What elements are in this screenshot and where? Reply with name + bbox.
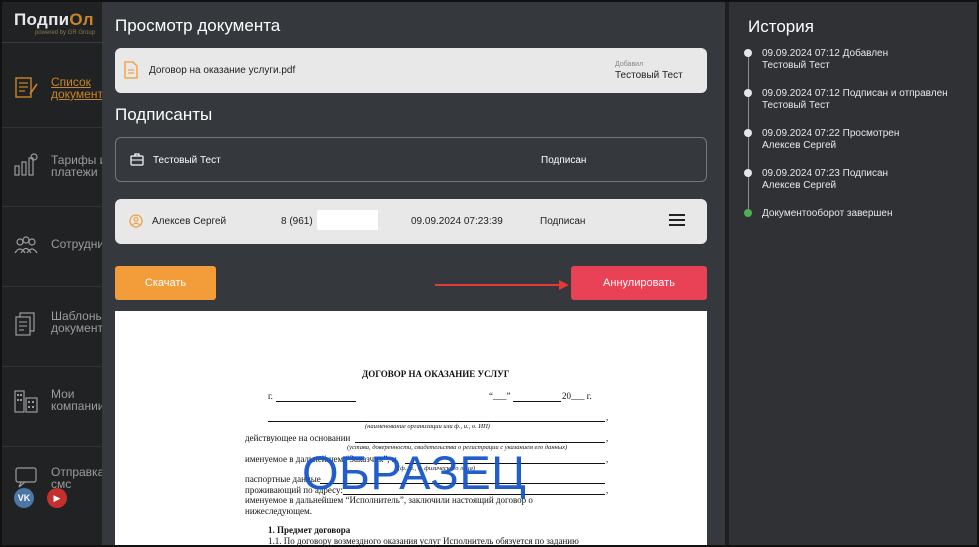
event-user: Алексев Сергей bbox=[762, 140, 837, 151]
event-title: Документооборот завершен bbox=[762, 208, 893, 219]
comma: , bbox=[606, 485, 609, 495]
executor-text-2: нижеследующем. bbox=[245, 506, 312, 516]
comma: , bbox=[606, 433, 609, 443]
event-user: Тестовый Тест bbox=[762, 60, 830, 71]
divider bbox=[2, 446, 102, 447]
templates-icon bbox=[15, 312, 35, 336]
logo: ПодпиОл bbox=[14, 10, 94, 29]
timeline-dot bbox=[744, 169, 752, 177]
clause-text: 1.1. По договору возмездного оказания ус… bbox=[268, 536, 579, 546]
employees-icon bbox=[14, 236, 38, 254]
signer-status: Подписан bbox=[540, 216, 586, 227]
signers-title: Подписанты bbox=[115, 105, 213, 124]
event-title: 09.09.2024 07:22 Просмотрен bbox=[762, 128, 900, 139]
sidebar-item-label: Мои компании bbox=[51, 387, 105, 413]
arrow-annotation bbox=[435, 280, 569, 290]
sidebar-item-companies[interactable]: Мои компании bbox=[2, 370, 105, 442]
watermark: ОБРАЗЕЦ bbox=[302, 446, 527, 499]
added-by-label: Добавил bbox=[615, 61, 644, 68]
file-name[interactable]: Договор на оказание услуги.pdf bbox=[149, 65, 295, 76]
app-frame: ПодпиОл powered by GR Group Список докум… bbox=[0, 0, 979, 547]
event-title: 09.09.2024 07:23 Подписан bbox=[762, 168, 889, 179]
date-day: “___” bbox=[489, 391, 511, 401]
event-title: 09.09.2024 07:12 Подписан и отправлен bbox=[762, 88, 948, 99]
document-file-card[interactable]: Договор на оказание услуги.pdf Добавил Т… bbox=[115, 48, 707, 93]
document-preview: ДОГОВОР НА ОКАЗАНИЕ УСЛУГ г. “___” 20___… bbox=[115, 311, 707, 546]
sidebar-item-documents[interactable]: Список документ bbox=[2, 52, 103, 124]
sidebar-item-label: Сотрудни bbox=[51, 237, 105, 251]
signer-phone: 8 (961) bbox=[281, 216, 313, 227]
signer-name: Алексев Сергей bbox=[152, 216, 227, 227]
signer-date: 09.09.2024 07:23:39 bbox=[411, 216, 503, 227]
section-heading: 1. Предмет договора bbox=[268, 525, 351, 535]
comma: , bbox=[606, 454, 609, 464]
comma: , bbox=[606, 412, 609, 422]
file-icon bbox=[124, 61, 138, 79]
acting-basis: действующее на основании bbox=[245, 433, 351, 443]
tariff-icon bbox=[14, 153, 38, 176]
timeline-dot-complete bbox=[744, 209, 752, 217]
event-title: 09.09.2024 07:12 Добавлен bbox=[762, 48, 889, 59]
document-list-icon bbox=[15, 77, 38, 98]
divider bbox=[2, 206, 102, 207]
signer-name: Тестовый Тест bbox=[153, 155, 221, 166]
sidebar-item-sms[interactable]: Отправка смс bbox=[2, 450, 105, 522]
logo-subtitle: powered by GR Group bbox=[35, 30, 96, 36]
sidebar-item-label: Тарифы и платежи bbox=[51, 153, 106, 179]
sidebar-item-tariffs[interactable]: Тарифы и платежи bbox=[2, 130, 106, 202]
divider bbox=[2, 286, 102, 287]
redacted-phone bbox=[317, 210, 378, 230]
sidebar-item-templates[interactable]: Шаблоны документ bbox=[2, 290, 105, 362]
divider bbox=[2, 127, 102, 128]
youtube-icon[interactable]: ▶ bbox=[47, 488, 67, 508]
user-circle-icon bbox=[129, 214, 143, 228]
event-user: Алексев Сергей bbox=[762, 180, 837, 191]
city-label: г. bbox=[268, 391, 273, 401]
hamburger-menu-icon[interactable] bbox=[669, 214, 685, 227]
signer-row: Алексев Сергей 8 (961) 09.09.2024 07:23:… bbox=[115, 199, 707, 244]
timeline-dot bbox=[744, 49, 752, 57]
document-modal: Просмотр документа Договор на оказание у… bbox=[102, 2, 725, 546]
divider bbox=[2, 42, 102, 43]
briefcase-icon bbox=[130, 153, 144, 166]
sidebar-item-label: Список документ bbox=[51, 75, 103, 101]
document-heading: ДОГОВОР НА ОКАЗАНИЕ УСЛУГ bbox=[362, 369, 510, 379]
divider bbox=[2, 366, 102, 367]
history-panel: История 09.09.2024 07:12 Добавлен Тестов… bbox=[729, 2, 977, 545]
sidebar-item-employees[interactable]: Сотрудни bbox=[2, 210, 105, 282]
note-org: (наименование организации или ф., и., о.… bbox=[365, 423, 490, 430]
page-title: Просмотр документа bbox=[115, 16, 281, 35]
sidebar: ПодпиОл powered by GR Group Список докум… bbox=[2, 2, 106, 545]
sidebar-item-label: Отправка смс bbox=[51, 465, 105, 491]
signer-status: Подписан bbox=[541, 155, 587, 166]
blank-line bbox=[276, 401, 356, 402]
sidebar-item-label: Шаблоны документ bbox=[51, 309, 105, 335]
event-user: Тестовый Тест bbox=[762, 100, 830, 111]
sms-icon bbox=[15, 467, 37, 488]
blank-line bbox=[355, 442, 605, 443]
timeline-dot bbox=[744, 89, 752, 97]
vk-icon[interactable]: VK bbox=[14, 488, 34, 508]
signer-row: Тестовый Тест Подписан bbox=[115, 137, 707, 182]
history-title: История bbox=[748, 17, 814, 36]
added-by-value: Тестовый Тест bbox=[615, 70, 683, 81]
blank-line bbox=[268, 421, 605, 422]
annul-button[interactable]: Аннулировать bbox=[571, 266, 707, 300]
date-year: 20___ г. bbox=[562, 391, 592, 401]
companies-icon bbox=[14, 390, 38, 413]
blank-line bbox=[513, 401, 561, 402]
timeline-dot bbox=[744, 129, 752, 137]
download-button[interactable]: Скачать bbox=[115, 266, 216, 300]
